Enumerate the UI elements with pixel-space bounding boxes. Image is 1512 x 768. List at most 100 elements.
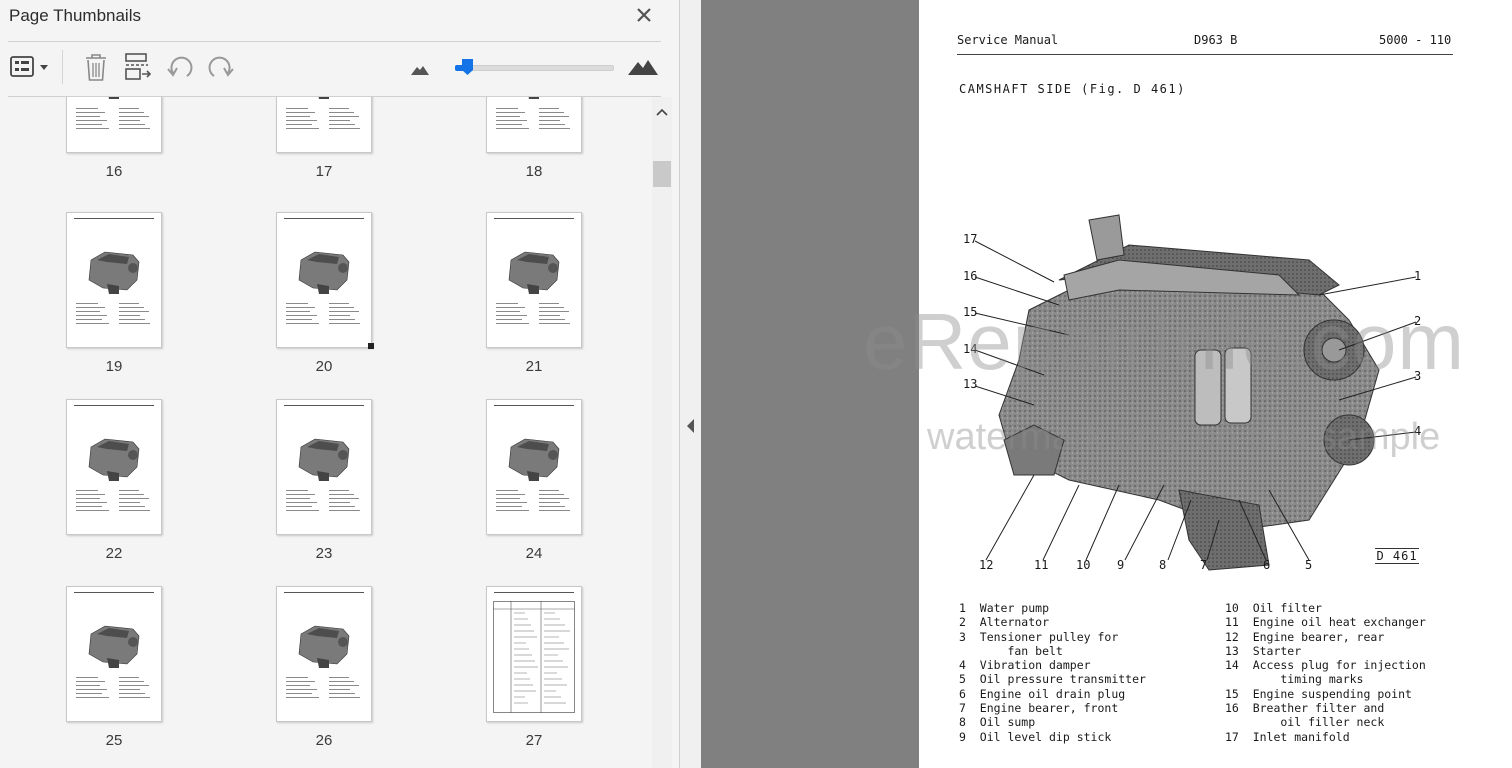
large-mountain-icon (628, 60, 658, 75)
thumbnail-page-image (66, 212, 162, 348)
header-page-number: 5000 - 110 (1379, 33, 1452, 47)
thumbnail-page-number: 22 (105, 545, 123, 562)
legend-item: 14 Access plug for injection (1225, 658, 1426, 673)
thumbnail-page-number: 23 (315, 545, 333, 562)
document-page: Service Manual D963 B 5000 - 110 CAMSHAF… (919, 0, 1512, 768)
close-icon (637, 8, 651, 22)
thumbnail-scrollbar[interactable] (652, 97, 672, 768)
rotate-counterclockwise-icon (167, 56, 193, 77)
legend-item: 2 Alternator (959, 615, 1050, 630)
legend-item: 17 Inlet manifold (1225, 729, 1350, 744)
legend-item: 16 Breather filter and (1225, 701, 1385, 716)
section-title: CAMSHAFT SIDE (Fig. D 461) (959, 82, 1186, 96)
legend-item: 15 Engine suspending point (1225, 686, 1412, 701)
callout-14: 14 (963, 342, 978, 356)
callout-8: 8 (1159, 558, 1167, 572)
legend-item: fan belt (959, 643, 1063, 658)
legend-right-column: 10 Oil filter 11 Engine oil heat exchange… (1225, 601, 1426, 744)
callout-4: 4 (1414, 424, 1422, 438)
engine-illustration (974, 214, 1417, 571)
trash-icon (86, 54, 106, 81)
callout-2: 2 (1414, 314, 1422, 328)
figure-label: D 461 (1375, 548, 1419, 564)
legend-item: 7 Engine bearer, front (959, 701, 1119, 716)
legend-item: oil filler neck (1225, 715, 1385, 730)
thumbnail-page-number: 26 (315, 732, 333, 749)
callout-12: 12 (979, 558, 994, 572)
thumbnail-page-number: 16 (105, 163, 123, 180)
legend-item: 13 Starter (1225, 643, 1302, 658)
panel-title: Page Thumbnails (9, 6, 141, 25)
callout-6: 6 (1263, 558, 1271, 572)
header-left-text: Service Manual (957, 33, 1059, 47)
callout-3: 3 (1414, 369, 1422, 383)
toolbar-separator (62, 50, 63, 84)
rotate-counterclockwise-button[interactable] (165, 50, 195, 84)
rotate-clockwise-icon (208, 56, 234, 77)
thumbnail-options-icon (10, 56, 48, 77)
document-viewer[interactable]: Service Manual D963 B 5000 - 110 CAMSHAF… (701, 0, 1512, 768)
extract-pages-icon (125, 53, 152, 80)
thumbnail-list: 16 17 18 19 20 21 22 23 24 25 26 27 (0, 97, 652, 768)
callout-11: 11 (1034, 558, 1049, 572)
legend-item: 5 Oil pressure transmitter (959, 672, 1146, 687)
legend-item: 8 Oil sump (959, 715, 1036, 730)
thumbnail-page-number: 18 (525, 163, 543, 180)
legend-item: 1 Water pump (959, 601, 1050, 615)
legend-item: 9 Oil level dip stick (959, 729, 1112, 744)
callout-15: 15 (963, 305, 978, 319)
thumbnail-page-number: 27 (525, 732, 543, 749)
small-mountain-icon (411, 66, 429, 75)
collapse-panel-arrow-icon[interactable] (686, 418, 696, 434)
callout-5: 5 (1305, 558, 1313, 572)
thumbnail-page-number: 24 (525, 545, 543, 562)
thumbnail-page-number: 25 (105, 732, 123, 749)
thumbnail-page-number: 21 (525, 358, 543, 375)
selection-resize-handle[interactable] (368, 343, 374, 349)
callout-17: 17 (963, 232, 978, 246)
zoom-in-thumbnails-button[interactable] (627, 50, 659, 84)
thumbnail-page-image (486, 97, 582, 153)
legend-left-column: 1 Water pump 2 Alternator 3 Tensioner pull… (959, 601, 1146, 744)
extract-pages-button[interactable] (122, 50, 152, 84)
thumbnail-page-image (66, 586, 162, 722)
thumbnail-options-button[interactable] (9, 50, 55, 84)
thumbnail-page-number: 19 (105, 358, 123, 375)
page-thumbnails-panel: Page Thumbnails 16 17 18 19 20 21 22 23 … (0, 0, 679, 768)
slider-thumb[interactable] (461, 58, 474, 76)
thumbnail-page-image (276, 586, 372, 722)
thumbnail-size-slider[interactable] (455, 58, 614, 76)
thumbnail-page-image (66, 399, 162, 535)
thumbnail-page-number: 17 (315, 163, 333, 180)
panel-splitter[interactable] (680, 0, 701, 768)
callout-1: 1 (1414, 269, 1422, 283)
zoom-out-thumbnails-button[interactable] (409, 50, 431, 84)
legend-item: 11 Engine oil heat exchanger (1225, 615, 1426, 630)
thumbnail-page-image (276, 212, 372, 348)
thumbnail-page-image (276, 399, 372, 535)
thumbnail-page-image (486, 212, 582, 348)
legend-item: 3 Tensioner pulley for (959, 629, 1119, 644)
rotate-clockwise-button[interactable] (206, 50, 236, 84)
header-rule (957, 54, 1453, 55)
legend-item: 12 Engine bearer, rear (1225, 629, 1385, 644)
legend-item: 10 Oil filter (1225, 601, 1322, 615)
thumbnail-page-image (486, 586, 582, 722)
thumbnail-page-image (486, 399, 582, 535)
thumbnail-page-image (66, 97, 162, 153)
callout-7: 7 (1200, 558, 1208, 572)
callout-16: 16 (963, 269, 978, 283)
scroll-up-arrow-icon[interactable] (652, 103, 672, 121)
scrollbar-thumb[interactable] (653, 161, 671, 187)
callout-10: 10 (1076, 558, 1091, 572)
divider (8, 41, 661, 42)
legend-item: timing marks (1225, 672, 1364, 687)
delete-pages-button[interactable] (82, 50, 110, 84)
callout-9: 9 (1117, 558, 1125, 572)
close-panel-button[interactable] (632, 3, 656, 27)
thumbnail-page-number: 20 (315, 358, 333, 375)
callout-13: 13 (963, 377, 978, 391)
thumbnail-page-image (276, 97, 372, 153)
legend-item: 6 Engine oil drain plug (959, 686, 1126, 701)
header-model-text: D963 B (1194, 33, 1238, 47)
